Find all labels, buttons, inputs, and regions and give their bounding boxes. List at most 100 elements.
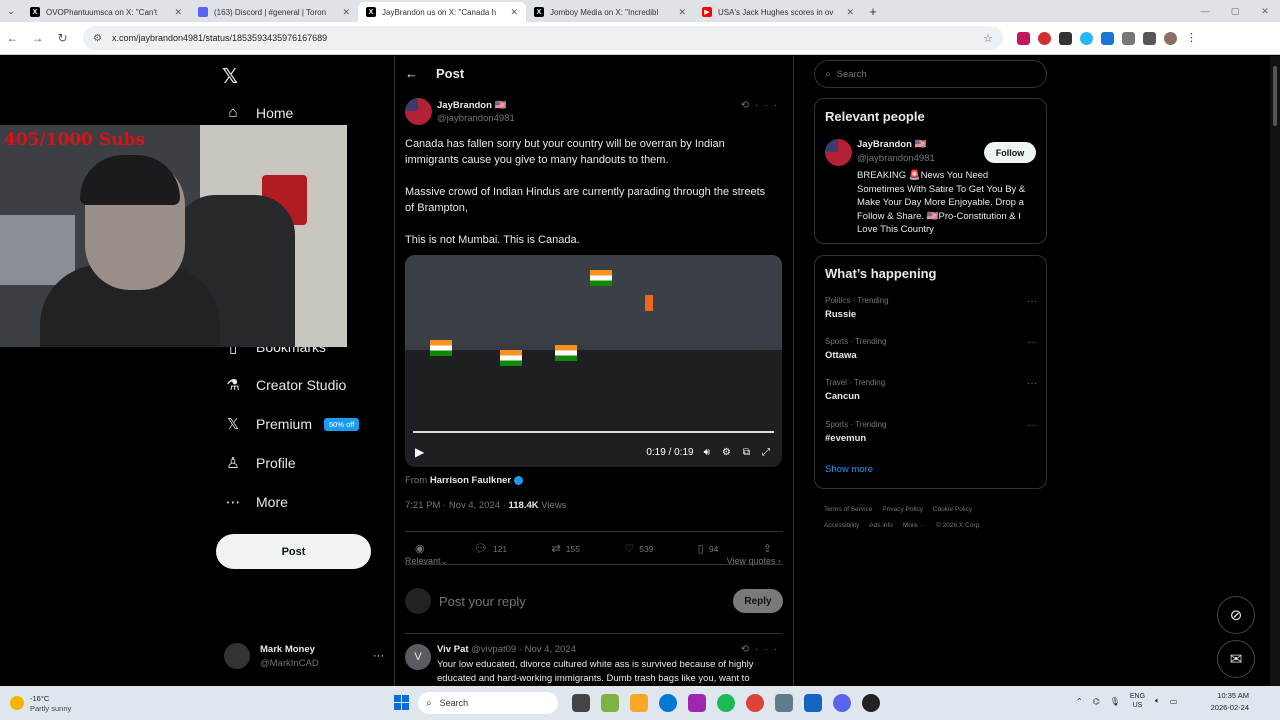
microphone-icon[interactable]: 🎙︎ — [1110, 697, 1120, 706]
close-icon[interactable]: ✕ — [342, 7, 350, 18]
chevron-up-icon[interactable]: ⌃ — [1076, 697, 1083, 706]
profile-avatar[interactable] — [1164, 31, 1177, 45]
taskbar-search[interactable]: ⌕ Search — [418, 692, 558, 714]
close-icon[interactable]: ✕ — [174, 7, 182, 18]
timestamp[interactable]: 7:21 PM · Nov 4, 2024 · — [405, 500, 509, 511]
grok-analyze-button[interactable]: ◉ — [415, 542, 430, 555]
pip-icon[interactable]: ⧉ — [743, 447, 750, 458]
nav-more[interactable]: ⋯ More — [224, 493, 288, 511]
settings-icon[interactable] — [775, 694, 793, 712]
obs-icon[interactable] — [862, 694, 880, 712]
footer-link[interactable]: Privacy Policy — [882, 506, 922, 513]
person-handle[interactable]: @jaybrandon4981 — [857, 153, 935, 164]
reply-post[interactable]: V Viv Pat @vivpat09 · Nov 4, 2024 ⟲··· Y… — [405, 633, 783, 684]
chrome-icon[interactable] — [746, 694, 764, 712]
nav-premium[interactable]: 𝕏 Premium 50% off — [224, 415, 360, 433]
extension-icon[interactable] — [1080, 31, 1093, 45]
trend-item[interactable]: Politics · Trending Russie ··· — [825, 296, 1037, 320]
more-dots-icon[interactable]: ··· — [755, 100, 783, 111]
search-input[interactable]: ⌕ Search — [814, 60, 1047, 88]
scrollbar-thumb[interactable] — [1273, 66, 1277, 126]
file-explorer-icon[interactable] — [630, 694, 648, 712]
share-button[interactable]: ⇪ — [763, 542, 777, 555]
avatar[interactable] — [825, 139, 852, 166]
network-icon[interactable]: ⌬ — [1093, 697, 1100, 706]
footer-link[interactable]: More ··· — [903, 522, 926, 529]
browser-tab[interactable]: X OVOPhantuumsca on X: "Can't ✕ — [22, 2, 190, 22]
play-icon[interactable]: ▶ — [415, 445, 424, 459]
footer-link[interactable]: Cookie Policy — [933, 506, 972, 513]
reply-author[interactable]: Viv Pat — [437, 644, 469, 655]
clock[interactable]: 10:35 AM 2026-02-24 — [1205, 690, 1249, 714]
video-progress-bar[interactable] — [413, 431, 774, 433]
speaker-icon[interactable]: 🔈︎ — [1155, 696, 1160, 706]
browser-tab[interactable]: (163) Discord | #general | Toron ✕ — [190, 2, 358, 22]
footer-link[interactable]: Ads info — [869, 522, 893, 529]
task-view-icon[interactable] — [572, 694, 590, 712]
more-dots-icon[interactable]: ··· — [1027, 296, 1037, 307]
grok-icon[interactable]: ⟲ — [741, 644, 755, 655]
windows-start-icon[interactable] — [394, 695, 409, 710]
extension-icon[interactable] — [1101, 31, 1114, 45]
extension-icon[interactable] — [1059, 31, 1072, 45]
account-switcher[interactable]: Mark Money @MarkInCAD ··· — [224, 640, 384, 672]
close-icon[interactable]: ✕ — [846, 7, 854, 18]
follow-button[interactable]: Follow — [984, 142, 1036, 163]
trend-item[interactable]: Sports · Trending Ottawa ··· — [825, 337, 1037, 361]
reply-input[interactable]: Post your reply — [439, 594, 526, 609]
messages-fab-button[interactable]: ✉ — [1217, 640, 1255, 678]
back-arrow-icon[interactable]: ← — [0, 31, 25, 45]
x-logo-icon[interactable]: 𝕏 — [222, 64, 238, 89]
like-button[interactable]: ♡ 539 — [624, 542, 653, 555]
more-dots-icon[interactable]: ··· — [1027, 337, 1037, 348]
reply-button[interactable]: 💬︎ 121 — [474, 542, 507, 555]
browser-tab[interactable]: ▶ USA's Jack Hughes scores in ov ✕ — [694, 2, 862, 22]
close-icon[interactable]: ✕ — [678, 7, 686, 18]
kebab-menu-icon[interactable]: ⋮ — [1185, 31, 1198, 45]
app-icon[interactable] — [804, 694, 822, 712]
author-name[interactable]: JayBrandon 🇺🇸 — [437, 100, 506, 111]
footer-link[interactable]: Accessibility — [824, 522, 859, 529]
reload-icon[interactable]: ↻ — [50, 31, 75, 45]
bookmark-button[interactable]: ▯ 94 — [698, 542, 719, 555]
grok-icon[interactable]: ⟲ — [741, 100, 755, 111]
nav-profile[interactable]: ♙ Profile — [224, 454, 295, 472]
settings-icon[interactable]: ⚙ — [722, 447, 731, 458]
trend-item[interactable]: Sports · Trending #evemun ··· — [825, 420, 1037, 444]
view-quotes-link[interactable]: View quotes › — [727, 556, 781, 566]
avatar[interactable] — [405, 98, 432, 125]
url-field[interactable]: ⚙ x.com/jaybrandon4981/status/1853593435… — [83, 26, 1003, 50]
fullscreen-icon[interactable]: ⤢ — [762, 447, 770, 458]
page-scrollbar[interactable] — [1270, 56, 1280, 686]
nav-home[interactable]: ⌂ Home — [224, 104, 293, 121]
back-arrow-icon[interactable]: ← — [405, 66, 418, 81]
tab-search-icon[interactable]: ⌄ — [0, 0, 22, 22]
extension-icon[interactable] — [1038, 31, 1051, 45]
browser-tab-active[interactable]: X JayBrandon us on X: "Canada h ✕ — [358, 2, 526, 22]
nav-creator-studio[interactable]: ⚗ Creator Studio — [224, 376, 346, 394]
bookmark-star-icon[interactable]: ☆ — [983, 32, 993, 45]
more-dots-icon[interactable]: ··· — [1027, 378, 1037, 389]
menu-list-icon[interactable] — [1143, 31, 1156, 45]
avatar[interactable]: V — [405, 644, 431, 670]
more-dots-icon[interactable]: ··· — [1027, 420, 1037, 431]
puzzle-icon[interactable] — [1122, 31, 1135, 45]
close-icon[interactable]: ✕ — [510, 7, 518, 18]
author-handle[interactable]: @jaybrandon4981 — [437, 113, 515, 124]
show-more-link[interactable]: Show more — [825, 464, 873, 475]
app-icon[interactable] — [688, 694, 706, 712]
minimize-icon[interactable]: — — [1190, 0, 1220, 22]
new-tab-button[interactable]: + — [862, 2, 884, 22]
battery-icon[interactable]: ▭ — [1170, 697, 1178, 706]
volume-icon[interactable]: 🔊︎ — [704, 447, 710, 458]
trend-item[interactable]: Travel · Trending Cancun ··· — [825, 378, 1037, 402]
person-name[interactable]: JayBrandon 🇺🇸 — [857, 139, 926, 150]
sort-dropdown[interactable]: Relevant⌄ — [405, 556, 448, 566]
language-indicator[interactable]: ENG US — [1130, 692, 1145, 710]
spotify-icon[interactable] — [717, 694, 735, 712]
post-button[interactable]: Post — [216, 534, 371, 569]
edge-icon[interactable] — [659, 694, 677, 712]
browser-tab[interactable]: X Jomboy Media on X: "Incredibl ✕ — [526, 2, 694, 22]
grok-fab-button[interactable]: ⊘ — [1217, 596, 1255, 634]
site-info-icon[interactable]: ⚙ — [93, 33, 102, 44]
